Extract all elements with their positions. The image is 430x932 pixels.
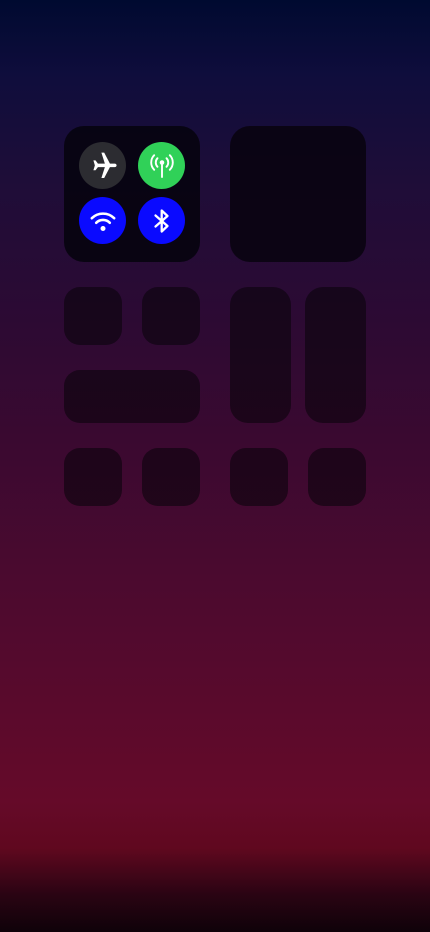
wifi-icon: [90, 211, 115, 231]
antenna-icon: [149, 153, 174, 178]
bluetooth-icon: [153, 208, 169, 233]
timer-button[interactable]: [142, 448, 200, 506]
cellular-data-toggle[interactable]: [138, 142, 185, 189]
airplane-icon: [92, 152, 117, 178]
airplane-mode-toggle[interactable]: [79, 142, 126, 189]
orientation-lock-button[interactable]: [64, 287, 122, 345]
focus-button[interactable]: [64, 370, 200, 423]
screen-mirroring-button[interactable]: [142, 287, 200, 345]
calculator-button[interactable]: [230, 448, 288, 506]
volume-slider[interactable]: [305, 287, 366, 423]
connectivity-module: [64, 126, 200, 262]
flashlight-button[interactable]: [64, 448, 122, 506]
bluetooth-toggle[interactable]: [138, 197, 185, 244]
now-playing-module[interactable]: [230, 126, 366, 262]
wifi-toggle[interactable]: [79, 197, 126, 244]
brightness-slider[interactable]: [230, 287, 291, 423]
control-center: [0, 0, 430, 932]
camera-button[interactable]: [308, 448, 366, 506]
